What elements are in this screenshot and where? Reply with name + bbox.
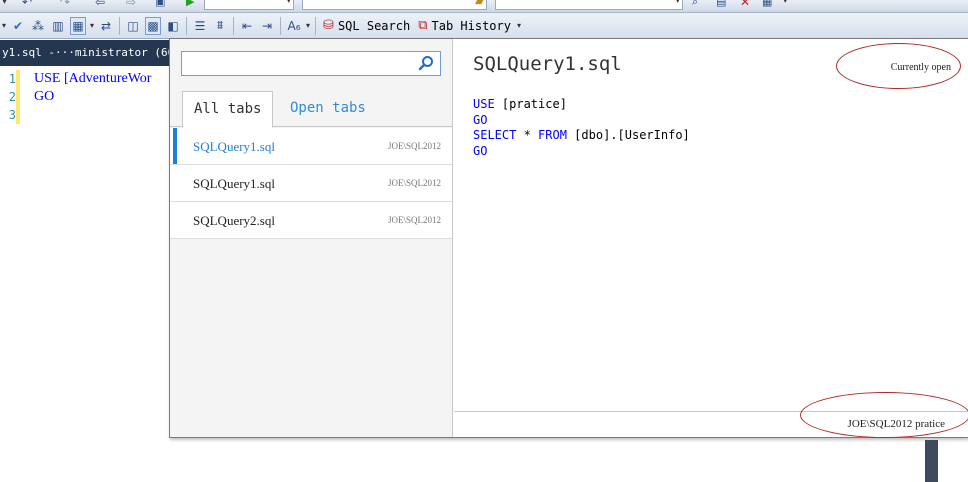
line-number: 2: [8, 90, 16, 104]
toolbar-separator: [315, 16, 317, 35]
sql-keyword: SELECT: [473, 128, 517, 142]
chevron-down-icon[interactable]: ▾: [306, 21, 310, 30]
document-tab-title: y1.sql -···ministrator (60))*: [2, 46, 170, 59]
list-item[interactable]: SQLQuery1.sql JOE\SQL2012: [170, 165, 452, 202]
display-plan-icon[interactable]: ▥: [50, 17, 66, 35]
status-badge: Currently open: [890, 62, 951, 73]
line-number: 3: [8, 108, 16, 122]
tab-list-panel: All tabs Open tabs SQLQuery1.sql JOE\SQL…: [170, 39, 453, 437]
include-plan-icon[interactable]: ◫: [125, 17, 141, 35]
query-editor[interactable]: 1 2 3 USE [AdventureWor GO: [0, 66, 170, 482]
sql-search-label: SQL Search: [337, 18, 411, 33]
navigate-icon[interactable]: ⇦: [95, 0, 105, 9]
toolbox-icon[interactable]: ▦: [762, 0, 772, 8]
close-icon[interactable]: ✕: [740, 0, 750, 9]
search-icon[interactable]: [418, 55, 434, 71]
database-combo[interactable]: ▾: [204, 0, 294, 10]
main-toolbar: ▾ ↶ ↷ ⇦ ⇨ ▣ ▶ ▾ ▾ ▰ ▾ ⌕ ▤ ✕ ▦ ▾: [0, 0, 968, 13]
navigate-forward-icon[interactable]: ⇨: [126, 0, 136, 9]
search-box[interactable]: [181, 51, 441, 76]
properties-icon[interactable]: ▤: [716, 0, 726, 8]
background-window-edge: [925, 440, 938, 482]
chevron-down-icon[interactable]: ▾: [783, 0, 788, 6]
list-item-server: JOE\SQL2012: [387, 178, 441, 188]
binoculars-icon: ⛁: [323, 18, 334, 33]
tab-history-list: SQLQuery1.sql JOE\SQL2012 SQLQuery1.sql …: [170, 128, 452, 239]
change-indicator-bar: [16, 70, 20, 124]
redo-icon[interactable]: ↷: [60, 0, 70, 9]
preview-panel: SQLQuery1.sql Currently open USE [pratic…: [454, 39, 968, 437]
toolbar-separator: [186, 16, 188, 35]
parse-icon[interactable]: ⁂: [30, 17, 46, 35]
line-numbers: 1 2 3: [0, 70, 16, 124]
overflow-chevron-icon[interactable]: ▾: [2, 21, 6, 30]
comment-icon[interactable]: ☰: [192, 17, 208, 35]
chevron-down-icon[interactable]: ▾: [90, 21, 94, 30]
annotation-circle: [800, 392, 968, 438]
list-item[interactable]: SQLQuery2.sql JOE\SQL2012: [170, 202, 452, 239]
undo-icon[interactable]: ↶: [22, 0, 32, 9]
search-input[interactable]: [182, 52, 412, 75]
code-line: USE [AdventureWor: [34, 71, 152, 86]
toolbar-separator: [280, 16, 282, 35]
increase-indent-icon[interactable]: ⇥: [259, 17, 275, 35]
list-item-name: SQLQuery1.sql: [193, 139, 275, 154]
run-icon[interactable]: ▶: [186, 0, 194, 8]
tab-filter-bar: All tabs Open tabs: [170, 91, 453, 128]
sql-keyword: USE: [473, 97, 495, 111]
folder-icon[interactable]: ▰: [475, 0, 483, 8]
list-item-server: JOE\SQL2012: [387, 141, 441, 151]
window-icon[interactable]: ▣: [155, 0, 165, 8]
results-to-file-icon[interactable]: ◧: [165, 17, 181, 35]
list-item[interactable]: SQLQuery1.sql JOE\SQL2012: [170, 128, 452, 165]
sql-keyword: GO: [473, 112, 488, 127]
query-options-icon[interactable]: ⇄: [98, 17, 114, 35]
find-combo[interactable]: ▾: [495, 0, 683, 10]
code-text[interactable]: USE [AdventureWor GO: [34, 70, 151, 106]
find-icon[interactable]: ⌕: [692, 0, 698, 9]
tab-all-tabs[interactable]: All tabs: [182, 91, 274, 128]
tab-open-tabs[interactable]: Open tabs: [279, 91, 377, 127]
toolbar-icon[interactable]: ▾: [2, 0, 7, 7]
sql-keyword: FROM: [538, 128, 567, 142]
tab-history-label: Tab History: [431, 18, 511, 33]
sql-preview: USE [pratice] GO SELECT * FROM [dbo].[Us…: [473, 97, 690, 158]
toolbar-separator: [233, 16, 235, 35]
line-number: 1: [8, 72, 16, 86]
list-item-name: SQLQuery2.sql: [193, 213, 275, 228]
tab-history-icon: ⧉: [418, 18, 428, 33]
sql-editor-toolbar: ▾ ✔ ⁂ ▥ ▦ ▾ ⇄ ◫ ▩ ◧ ☰ ⩩ ⇤ ⇥ A₆ ▾ ⛁ SQL S…: [0, 13, 968, 39]
decrease-indent-icon[interactable]: ⇤: [239, 17, 255, 35]
check-icon[interactable]: ✔: [10, 17, 26, 35]
list-item-server: JOE\SQL2012: [387, 215, 441, 225]
list-item-name: SQLQuery1.sql: [193, 176, 275, 191]
client-stats-icon[interactable]: ▩: [145, 16, 162, 35]
tab-label: All tabs: [194, 101, 262, 117]
chevron-down-icon[interactable]: ▾: [517, 21, 521, 30]
document-tab[interactable]: y1.sql -···ministrator (60))*: [0, 40, 170, 66]
code-line: GO: [34, 89, 55, 104]
preview-title: SQLQuery1.sql: [473, 53, 622, 75]
tab-label: Open tabs: [290, 100, 366, 116]
sql-keyword: GO: [473, 143, 488, 158]
tab-history-popup: All tabs Open tabs SQLQuery1.sql JOE\SQL…: [169, 38, 968, 438]
solution-combo[interactable]: ▾: [302, 0, 487, 10]
results-to-grid-icon[interactable]: ▦: [70, 16, 87, 35]
sql-search-button[interactable]: ⛁ SQL Search: [319, 16, 414, 36]
uncomment-icon[interactable]: ⩩: [212, 17, 228, 35]
specify-values-icon[interactable]: A₆: [286, 17, 302, 35]
toolbar-separator: [119, 16, 121, 35]
selection-indicator: [173, 128, 177, 164]
tab-history-button[interactable]: ⧉ Tab History: [414, 16, 515, 36]
